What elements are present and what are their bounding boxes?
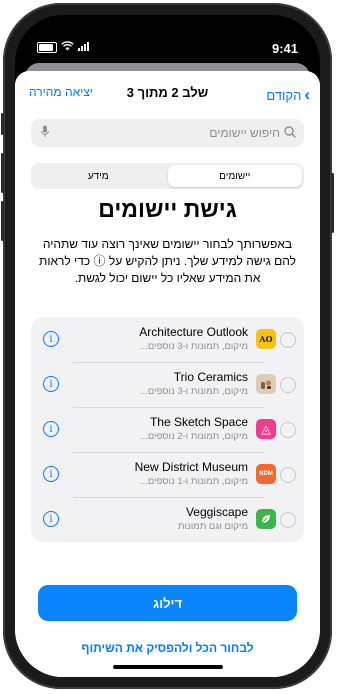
museum-icon: NDM — [256, 464, 276, 484]
app-list: AO Architecture Outlook מיקום, תמונות ו-… — [31, 317, 304, 542]
search-input[interactable]: חיפוש יישומים — [31, 119, 304, 147]
status-icons — [37, 41, 90, 54]
search-icon — [284, 125, 296, 141]
volume-up-button — [1, 153, 4, 193]
list-item[interactable]: ◬ The Sketch Space מיקום, תמונות ו-2 נוס… — [31, 407, 304, 452]
page-description: באפשרותך לבחור יישומים שאינך רוצה עוד שת… — [39, 237, 296, 285]
app-text: The Sketch Space מיקום, תמונות ו-2 נוספי… — [140, 415, 248, 442]
app-detail: מיקום, תמונות ו-1 נוספים... — [139, 476, 248, 487]
app-detail: מיקום וגם תמונות — [177, 521, 248, 532]
info-icon[interactable]: i — [43, 331, 59, 347]
info-icon[interactable]: i — [43, 466, 59, 482]
app-text: New District Museum מיקום, תמונות ו-1 נו… — [135, 460, 248, 487]
app-detail: מיקום, תמונות ו-3 נוספים... — [139, 386, 248, 397]
app-text: Architecture Outlook מיקום, תמונות ו-3 נ… — [139, 325, 248, 352]
signal-icon — [78, 41, 90, 54]
info-icon[interactable]: i — [43, 376, 59, 392]
list-item[interactable]: AO Architecture Outlook מיקום, תמונות ו-… — [31, 317, 304, 362]
phone-frame: 9:41 › הקודם שלב 2 מתוך 3 יציאה מהירה חי… — [1, 3, 334, 689]
mute-switch — [1, 113, 4, 135]
battery-icon — [37, 42, 57, 53]
list-item[interactable]: NDM New District Museum מיקום, תמונות ו-… — [31, 452, 304, 497]
bottom-actions: דילוג לבחור הכל ולהפסיק את השיתוף — [15, 567, 320, 677]
app-detail: מיקום, תמונות ו-3 נוספים... — [139, 341, 248, 352]
home-indicator[interactable] — [112, 665, 223, 669]
screen: 9:41 › הקודם שלב 2 מתוך 3 יציאה מהירה חי… — [15, 15, 320, 677]
segmented-control: יישומים מידע — [31, 163, 304, 189]
quick-exit-button[interactable]: יציאה מהירה — [29, 85, 93, 99]
app-name: Veggiscape — [185, 505, 248, 519]
app-name: New District Museum — [134, 460, 248, 474]
app-name: Trio Ceramics — [173, 370, 248, 384]
select-radio[interactable] — [280, 422, 296, 438]
skip-button[interactable]: דילוג — [38, 585, 297, 621]
ceramics-icon — [256, 374, 276, 394]
select-radio[interactable] — [280, 332, 296, 348]
segment-info[interactable]: מידע — [31, 163, 166, 189]
nav-bar: › הקודם שלב 2 מתוך 3 יציאה מהירה — [15, 85, 320, 109]
status-bar: 9:41 — [15, 15, 320, 65]
wifi-icon — [61, 41, 74, 54]
select-radio[interactable] — [280, 467, 296, 483]
app-text: Veggiscape מיקום וגם תמונות — [178, 505, 248, 532]
list-item[interactable]: Trio Ceramics מיקום, תמונות ו-3 נוספים..… — [31, 362, 304, 407]
info-icon[interactable]: i — [43, 511, 59, 527]
sketch-icon: ◬ — [256, 419, 276, 439]
power-button — [331, 173, 334, 233]
page-title: גישת יישומים — [98, 196, 237, 222]
search-placeholder: חיפוש יישומים — [209, 126, 280, 140]
info-icon[interactable]: i — [43, 421, 59, 437]
volume-down-button — [1, 201, 4, 241]
segment-apps[interactable]: יישומים — [167, 165, 302, 187]
app-name: Architecture Outlook — [139, 325, 248, 339]
list-item[interactable]: Veggiscape מיקום וגם תמונות i — [31, 497, 304, 542]
select-radio[interactable] — [280, 377, 296, 393]
veggiscape-icon — [256, 509, 276, 529]
access-sheet: › הקודם שלב 2 מתוך 3 יציאה מהירה חיפוש י… — [15, 71, 320, 677]
status-time: 9:41 — [271, 41, 298, 56]
ao-icon: AO — [256, 329, 276, 349]
microphone-icon[interactable] — [41, 125, 49, 141]
app-name: The Sketch Space — [149, 415, 248, 429]
app-detail: מיקום, תמונות ו-2 נוספים... — [139, 431, 248, 442]
select-radio[interactable] — [280, 512, 296, 528]
app-text: Trio Ceramics מיקום, תמונות ו-3 נוספים..… — [140, 370, 248, 397]
select-all-stop-sharing-link[interactable]: לבחור הכל ולהפסיק את השיתוף — [15, 641, 320, 655]
